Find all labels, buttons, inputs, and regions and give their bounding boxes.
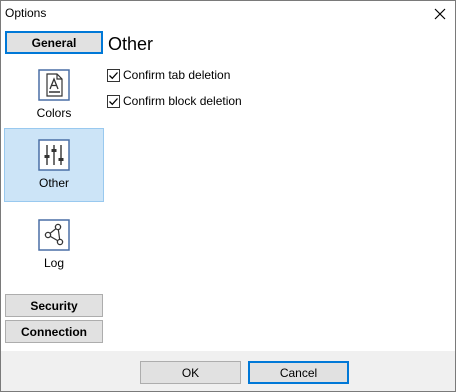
font-color-icon [38,69,70,101]
confirm-tab-deletion-label: Confirm tab deletion [123,68,231,82]
checkmark-icon [109,71,118,79]
category-colors-label: Colors [36,106,72,120]
options-dialog: Options General Colors Other Log Securit… [0,0,456,392]
group-security-label: Security [30,298,78,313]
confirm-tab-deletion-checkbox[interactable] [107,68,120,82]
category-other-label: Other [38,176,69,190]
page-title: Other [108,34,154,54]
confirm-block-deletion-checkbox[interactable] [107,94,120,108]
close-button[interactable] [425,1,455,27]
ok-button-label: OK [181,365,200,380]
ok-button[interactable]: OK [140,361,241,384]
category-colors[interactable]: Colors [4,59,104,133]
nodes-icon [38,219,70,251]
group-connection-button[interactable]: Connection [5,320,103,343]
sliders-icon [38,139,70,171]
cancel-button-label: Cancel [279,365,318,380]
confirm-tab-deletion-option[interactable]: Confirm tab deletion [107,67,230,83]
group-security-button[interactable]: Security [5,294,103,317]
cancel-button[interactable]: Cancel [248,361,349,384]
group-connection-label: Connection [21,324,87,339]
title-bar: Options [1,1,455,27]
checkmark-icon [109,97,118,105]
category-other[interactable]: Other [4,128,104,202]
group-general-button[interactable]: General [5,31,103,54]
group-general-label: General [31,35,77,50]
category-log-label: Log [43,256,65,270]
close-icon [434,8,446,20]
category-log[interactable]: Log [4,209,104,283]
category-sidebar: General Colors Other Log Security Connec… [4,29,104,345]
confirm-block-deletion-label: Confirm block deletion [123,94,242,108]
confirm-block-deletion-option[interactable]: Confirm block deletion [107,93,242,109]
dialog-footer: OK Cancel [1,351,455,391]
window-title: Options [5,6,47,20]
